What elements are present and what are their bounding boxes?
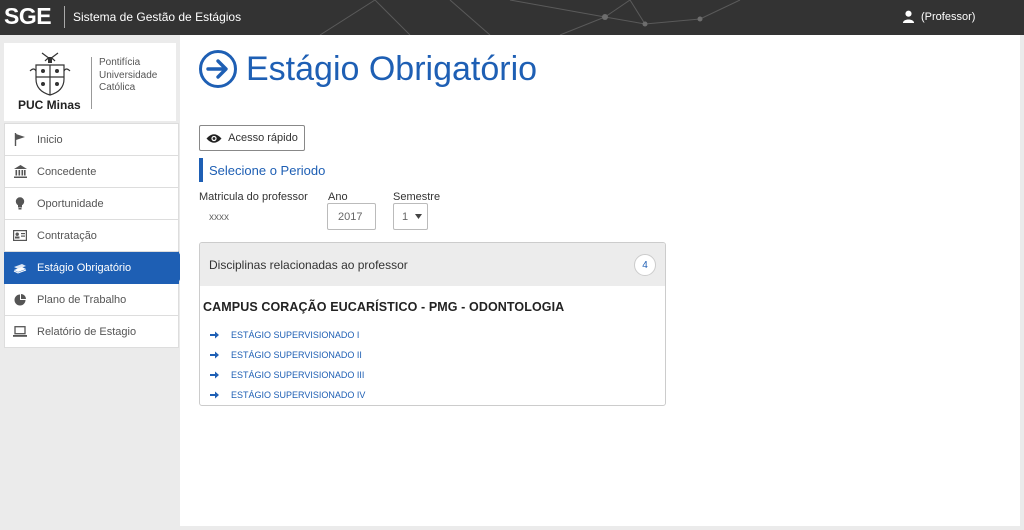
sidebar-item-label: Concedente	[37, 165, 97, 178]
user-label: (Professor)	[921, 10, 976, 23]
disciplines-list: ESTÁGIO SUPERVISIONADO I ESTÁGIO SUPERVI…	[210, 325, 365, 405]
page-title-text: Estágio Obrigatório	[246, 49, 538, 88]
logo-line: Universidade	[99, 69, 158, 81]
institution-logo[interactable]: PUC Minas Pontifícia Universidade Católi…	[4, 43, 176, 121]
sidebar-item-concedente[interactable]: Concedente	[4, 156, 179, 188]
disciplines-panel: Disciplinas relacionadas ao professor 4 …	[199, 242, 666, 406]
sidebar-item-label: Inicio	[37, 133, 63, 146]
top-bar: SGE Sistema de Gestão de Estágios (Profe…	[0, 0, 1024, 35]
sidebar-item-label: Oportunidade	[37, 197, 104, 210]
arrow-right-icon	[210, 391, 220, 399]
sidebar-item-label: Estágio Obrigatório	[37, 261, 132, 274]
discipline-link[interactable]: ESTÁGIO SUPERVISIONADO III	[210, 365, 365, 385]
discipline-label: ESTÁGIO SUPERVISIONADO III	[231, 370, 365, 380]
ano-input[interactable]: 2017	[327, 203, 376, 230]
laptop-icon	[13, 325, 27, 339]
count-badge: 4	[634, 254, 656, 276]
user-icon	[902, 10, 915, 23]
discipline-label: ESTÁGIO SUPERVISIONADO I	[231, 330, 360, 340]
discipline-link[interactable]: ESTÁGIO SUPERVISIONADO II	[210, 345, 365, 365]
logo-name: PUC Minas	[18, 98, 81, 112]
sidebar-item-label: Contratação	[37, 229, 97, 242]
sidebar-item-oportunidade[interactable]: Oportunidade	[4, 188, 179, 220]
flag-icon	[13, 133, 27, 147]
main-content: Estágio Obrigatório Acesso rápido Seleci…	[180, 35, 1020, 526]
user-menu[interactable]: (Professor)	[902, 10, 975, 23]
panel-header: Disciplinas relacionadas ao professor 4	[200, 243, 665, 286]
sidebar-item-contratacao[interactable]: Contratação	[4, 220, 179, 252]
discipline-label: ESTÁGIO SUPERVISIONADO II	[231, 350, 362, 360]
id-card-icon	[13, 229, 27, 243]
logo-text: Pontifícia Universidade Católica	[99, 57, 157, 95]
quick-access-label: Acesso rápido	[228, 132, 298, 144]
arrow-right-icon	[210, 351, 220, 359]
eye-icon	[206, 133, 222, 143]
ano-label: Ano	[328, 191, 348, 203]
discipline-label: ESTÁGIO SUPERVISIONADO IV	[231, 390, 366, 400]
discipline-link[interactable]: ESTÁGIO SUPERVISIONADO I	[210, 325, 365, 345]
section-title: Selecione o Periodo	[199, 158, 325, 182]
campus-title: CAMPUS CORAÇÃO EUCARÍSTICO - PMG - ODONT…	[203, 300, 565, 314]
pie-chart-icon	[13, 293, 27, 307]
lightbulb-icon	[13, 197, 27, 211]
system-title: Sistema de Gestão de Estágios	[73, 10, 242, 24]
sidebar-menu: Inicio Concedente Oportunidade Contrataç…	[4, 123, 187, 348]
sidebar-item-estagio-obrigatorio[interactable]: Estágio Obrigatório	[4, 251, 187, 284]
sidebar-item-plano-de-trabalho[interactable]: Plano de Trabalho	[4, 284, 179, 316]
brand-divider	[64, 6, 65, 28]
discipline-link[interactable]: ESTÁGIO SUPERVISIONADO IV	[210, 385, 365, 405]
sidebar: PUC Minas Pontifícia Universidade Católi…	[0, 35, 187, 530]
bank-icon	[13, 165, 27, 179]
semestre-label: Semestre	[393, 191, 441, 203]
logo-line: Pontifícia	[99, 57, 141, 68]
sidebar-item-inicio[interactable]: Inicio	[4, 123, 179, 156]
logo-line: Católica	[99, 82, 136, 93]
books-icon	[13, 261, 27, 275]
network-decoration	[319, 0, 741, 35]
page-title: Estágio Obrigatório	[198, 49, 537, 89]
sidebar-item-relatorio-de-estagio[interactable]: Relatório de Estagio	[4, 316, 179, 348]
app-brand[interactable]: SGE	[4, 3, 52, 30]
semestre-value: 1	[402, 210, 409, 223]
sidebar-item-label: Plano de Trabalho	[37, 293, 127, 306]
arrow-right-icon	[210, 371, 220, 379]
semestre-select[interactable]: 1	[393, 203, 428, 230]
chevron-down-icon	[415, 214, 422, 219]
quick-access-button[interactable]: Acesso rápido	[199, 125, 305, 151]
arrow-circle-right-icon	[199, 50, 237, 88]
matricula-value: xxxx	[209, 212, 229, 223]
crest-icon	[29, 52, 71, 96]
panel-title: Disciplinas relacionadas ao professor	[209, 257, 408, 272]
ano-value: 2017	[338, 210, 363, 223]
arrow-right-icon	[210, 331, 220, 339]
logo-divider	[91, 57, 92, 109]
matricula-label: Matricula do professor	[199, 191, 308, 203]
sidebar-item-label: Relatório de Estagio	[37, 325, 137, 338]
